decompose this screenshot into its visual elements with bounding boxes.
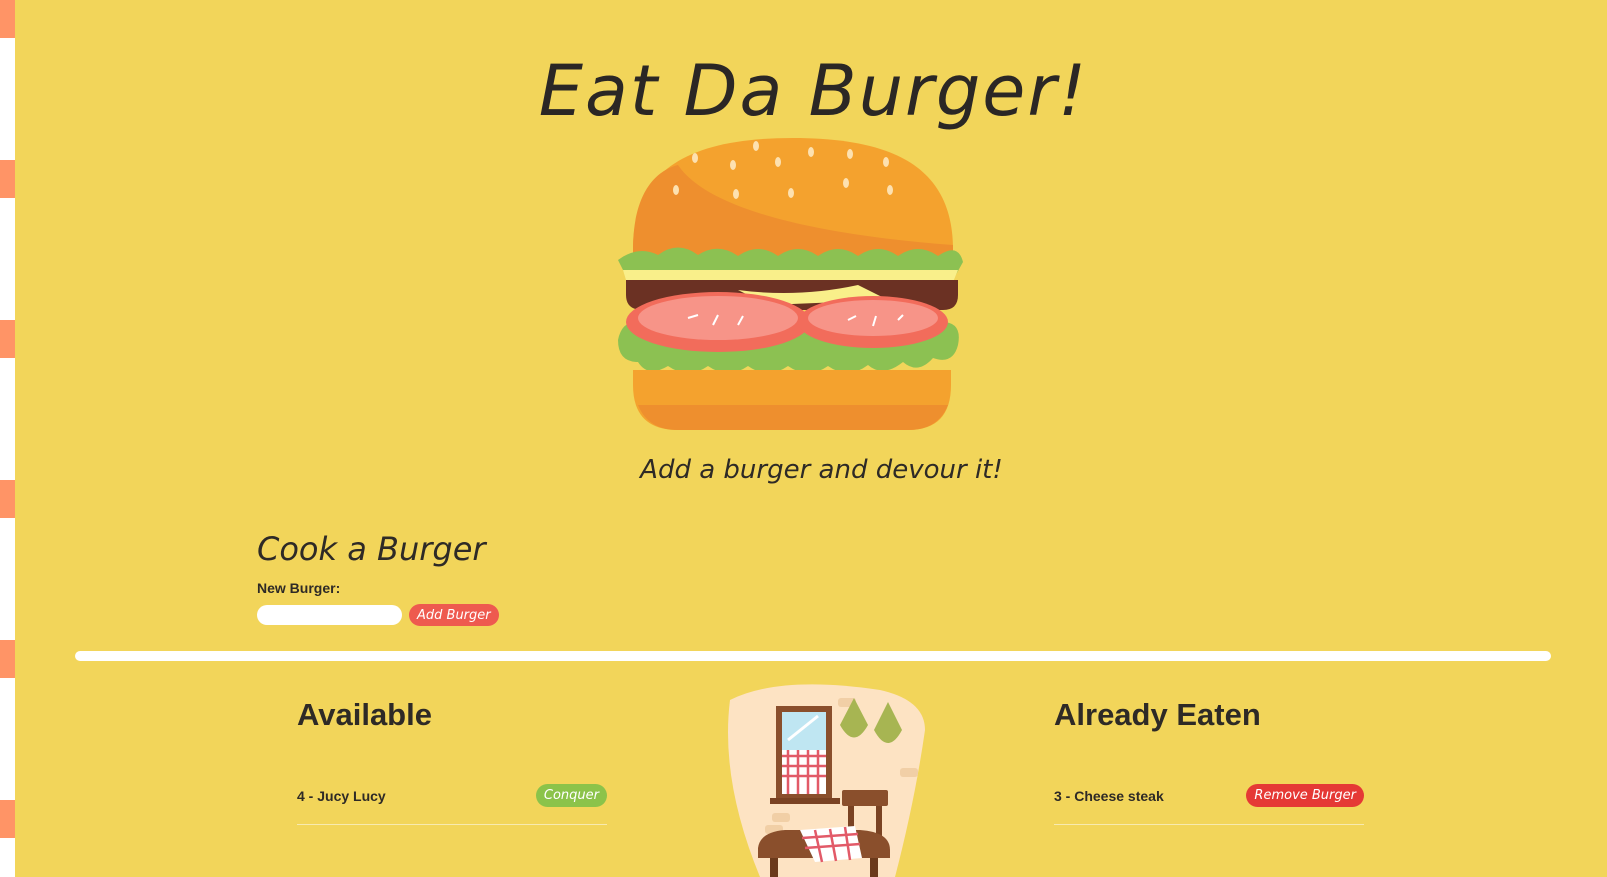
burger-name: 4 - Jucy Lucy xyxy=(297,788,386,804)
new-burger-input[interactable] xyxy=(257,605,402,625)
add-burger-button[interactable]: Add Burger xyxy=(409,604,499,626)
new-burger-label: New Burger: xyxy=(257,580,341,596)
burger-illustration-icon xyxy=(618,138,963,430)
section-divider xyxy=(75,651,1551,661)
available-title: Available xyxy=(297,697,432,732)
burger-name: 3 - Cheese steak xyxy=(1054,788,1164,804)
remove-burger-button[interactable]: Remove Burger xyxy=(1246,784,1364,807)
list-item: 4 - Jucy Lucy Conquer xyxy=(297,782,607,825)
page-title: Eat Da Burger! xyxy=(538,50,1089,132)
kitchen-room-illustration-icon xyxy=(728,684,925,877)
already-eaten-title: Already Eaten xyxy=(1054,697,1261,732)
page-subtitle: Add a burger and devour it! xyxy=(640,455,1003,485)
conquer-button[interactable]: Conquer xyxy=(535,784,607,807)
list-item: 3 - Cheese steak Remove Burger xyxy=(1054,782,1364,825)
cook-section-title: Cook a Burger xyxy=(257,530,486,568)
